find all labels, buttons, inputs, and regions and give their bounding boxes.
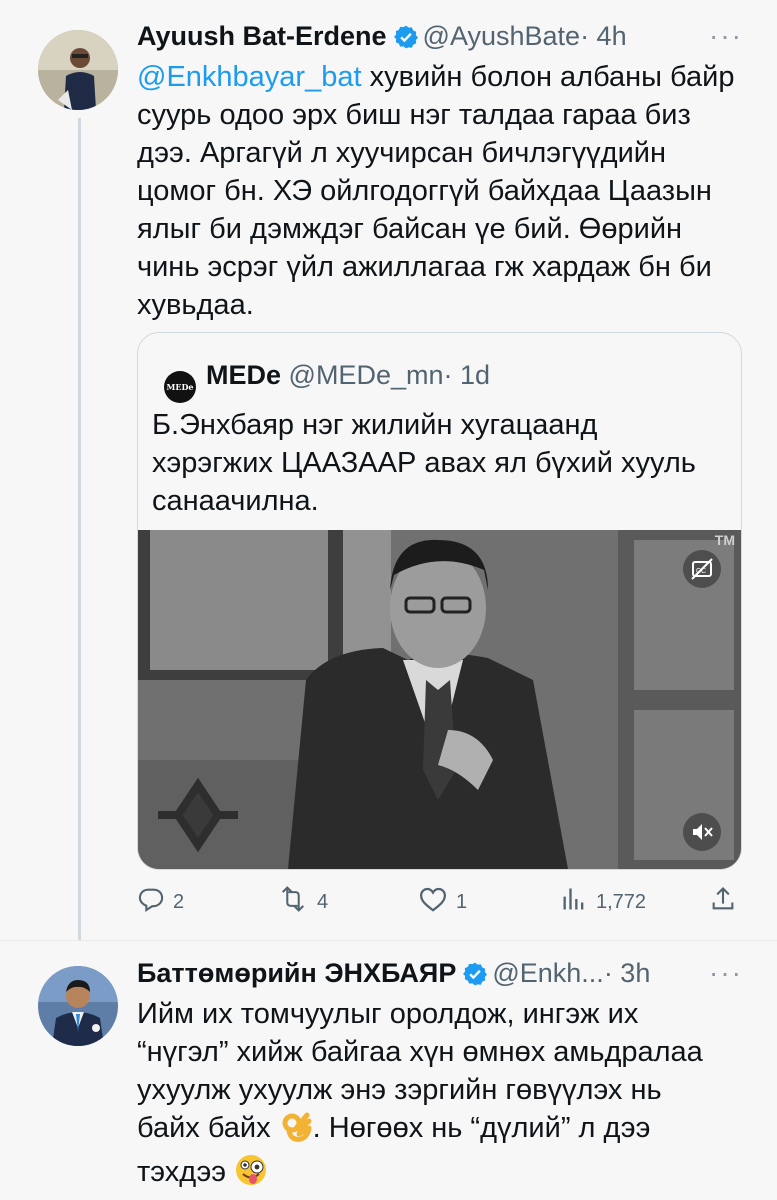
tweet1-header: Ayuush Bat-Erdene @AyushBate· 4h bbox=[137, 20, 627, 57]
views-button[interactable]: 1,772 bbox=[560, 885, 646, 919]
ok-hand-emoji-icon bbox=[279, 1109, 313, 1153]
quote-header: MEDe MEDe @MEDe_mn· 1d bbox=[164, 359, 490, 403]
avatar-ayuush[interactable] bbox=[38, 30, 118, 110]
avatar-enkhbayar[interactable] bbox=[38, 966, 118, 1046]
mention-link[interactable]: @Enkhbayar_bat bbox=[137, 61, 362, 93]
tweet1-text: @Enkhbayar_bat хувийн болон албаны байр … bbox=[137, 61, 735, 321]
verified-badge-icon bbox=[393, 24, 419, 57]
like-button[interactable]: 1 bbox=[418, 885, 467, 919]
tweet2-text: Ийм их томчуулыг оролдож, ингэж их “нүгэ… bbox=[137, 995, 757, 1197]
retweet-button[interactable]: 4 bbox=[277, 885, 328, 919]
more-icon[interactable]: ··· bbox=[709, 22, 743, 50]
author-handle[interactable]: @Enkh... bbox=[492, 958, 603, 988]
zany-face-emoji-icon bbox=[234, 1153, 268, 1197]
views-count: 1,772 bbox=[596, 890, 647, 913]
tweet1-action-bar: 2 4 1 1,772 bbox=[0, 885, 777, 917]
author-name[interactable]: Баттөмөрийн ЭНХБАЯР bbox=[137, 958, 456, 988]
mede-logo: MEDe bbox=[164, 371, 196, 403]
reply-icon bbox=[137, 885, 165, 919]
reply-button[interactable]: 2 bbox=[137, 885, 184, 919]
thread-line bbox=[78, 118, 81, 940]
author-name[interactable]: Ayuush Bat-Erdene bbox=[137, 21, 387, 51]
more-icon[interactable]: ··· bbox=[709, 959, 743, 987]
mute-icon[interactable] bbox=[683, 813, 721, 851]
tweet-time[interactable]: · 3h bbox=[604, 958, 651, 988]
quoted-tweet-card[interactable]: MEDe MEDe @MEDe_mn· 1d Б.Энхбаяр нэг жили… bbox=[137, 332, 742, 870]
author-handle[interactable]: @AyushBate bbox=[423, 21, 581, 51]
quote-time: · 1d bbox=[443, 360, 491, 390]
quote-author-name: MEDe bbox=[206, 360, 282, 390]
like-icon bbox=[418, 885, 448, 919]
retweet-icon bbox=[277, 885, 309, 919]
reply-count: 2 bbox=[173, 890, 185, 913]
quote-text: Б.Энхбаяр нэг жилийн хугацаанд хэрэгжих … bbox=[152, 409, 696, 517]
captions-icon[interactable]: CC bbox=[683, 550, 721, 588]
retweet-count: 4 bbox=[317, 890, 329, 913]
divider bbox=[0, 940, 777, 941]
video-player[interactable]: TM CC bbox=[138, 530, 741, 869]
tweet-time[interactable]: · 4h bbox=[580, 21, 627, 51]
quote-author-handle: @MEDe_mn bbox=[288, 360, 444, 390]
video-frame bbox=[138, 530, 741, 869]
tweet2-header: Баттөмөрийн ЭНХБАЯР @Enkh...· 3h bbox=[137, 957, 650, 994]
share-icon bbox=[709, 885, 737, 919]
like-count: 1 bbox=[456, 890, 468, 913]
views-icon bbox=[560, 885, 588, 919]
share-button[interactable] bbox=[709, 885, 737, 919]
verified-badge-icon bbox=[462, 961, 488, 994]
video-watermark: TM bbox=[714, 532, 735, 548]
